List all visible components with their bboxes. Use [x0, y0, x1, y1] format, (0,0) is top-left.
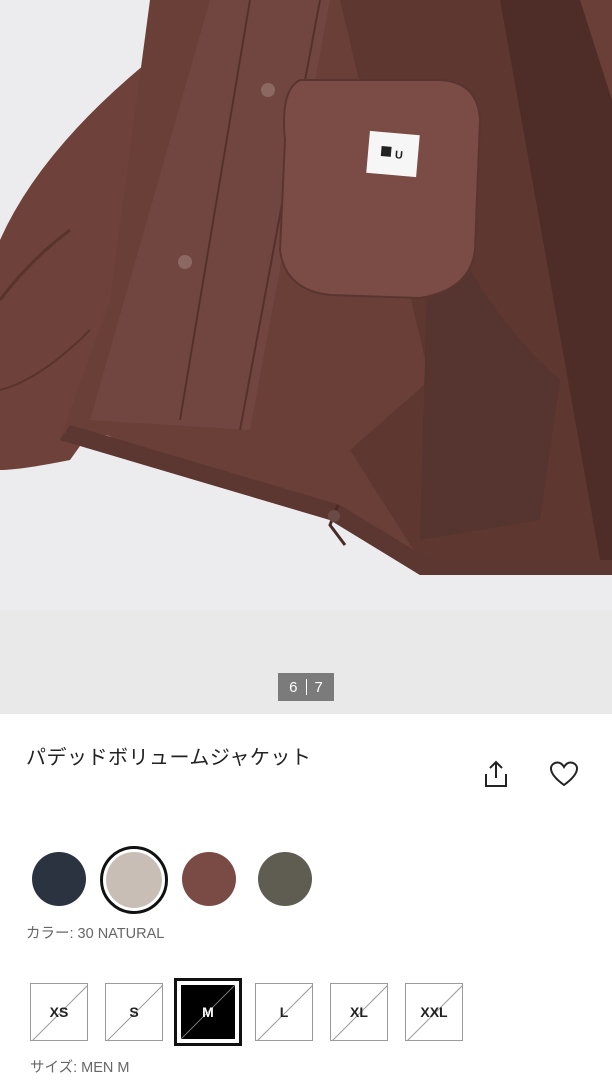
size-label: XS [49, 1004, 69, 1020]
size-label: XXL [420, 1004, 448, 1020]
share-icon [485, 760, 507, 787]
size-option-m[interactable]: M [174, 978, 242, 1046]
share-button[interactable] [478, 756, 514, 792]
size-label: XL [350, 1004, 368, 1020]
pager-total: 7 [314, 678, 323, 696]
svg-text:U: U [394, 149, 403, 162]
swatch-dot [182, 852, 236, 906]
product-image[interactable]: U 6 7 [0, 0, 612, 714]
selected-size-label: サイズ: MEN M [30, 1060, 130, 1076]
swatch-dot [258, 852, 312, 906]
color-swatch-2[interactable] [180, 850, 238, 908]
swatch-dot [32, 852, 86, 906]
size-option-l[interactable]: L [255, 983, 313, 1041]
selected-color-label: カラー: 30 NATURAL [26, 926, 165, 942]
swatch-dot [106, 852, 162, 908]
size-label: M [202, 1004, 214, 1020]
size-option-xl[interactable]: XL [330, 983, 388, 1041]
size-option-xxl[interactable]: XXL [405, 983, 463, 1041]
heart-icon [549, 761, 579, 787]
pager-current: 6 [289, 678, 298, 696]
size-label: L [279, 1004, 289, 1020]
pager-divider [305, 679, 307, 695]
favorite-button[interactable] [546, 756, 582, 792]
color-swatch-0[interactable] [30, 850, 88, 908]
color-swatch-1[interactable] [100, 846, 168, 914]
image-pager: 6 7 [278, 673, 334, 701]
color-swatch-3[interactable] [256, 850, 314, 908]
size-option-xs[interactable]: XS [30, 983, 88, 1041]
size-label: S [129, 1004, 139, 1020]
size-option-s[interactable]: S [105, 983, 163, 1041]
product-title: パデッドボリュームジャケット [26, 745, 312, 769]
jacket-photo: U [0, 0, 612, 610]
